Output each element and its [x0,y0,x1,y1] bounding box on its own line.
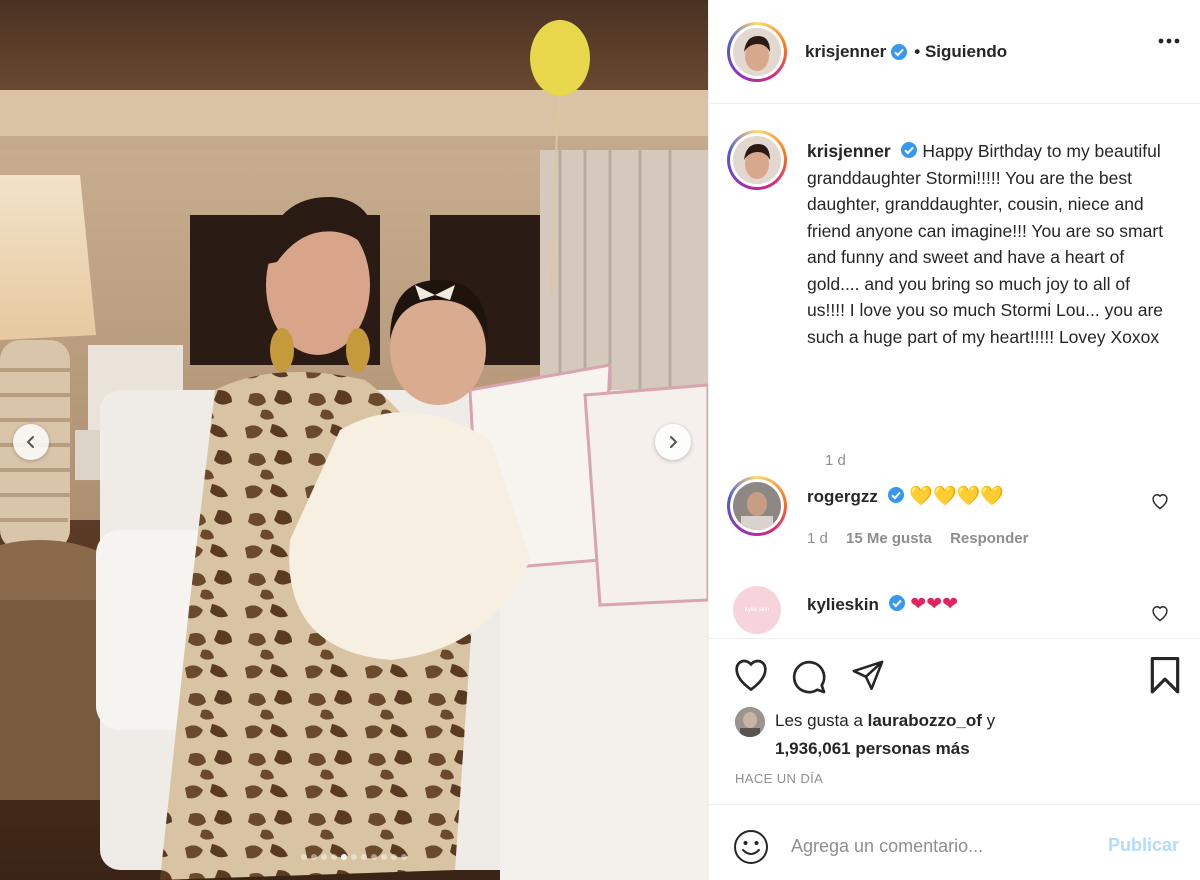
post-details-panel: krisjenner • Siguiendo krisjenner Happy … [708,0,1200,880]
liker-avatar[interactable] [735,707,765,737]
comment-text: kylieskin ❤❤❤ [807,592,958,617]
carousel-dot [371,854,377,860]
likes-count[interactable]: 1,936,061 personas más [775,739,970,758]
post-actions: Les gusta a laurabozzo_of y 1,936,061 pe… [709,638,1200,804]
carousel-dot [321,854,327,860]
author-username[interactable]: krisjenner [805,42,886,62]
author-avatar[interactable] [727,21,787,82]
commenter-avatar[interactable] [727,476,787,536]
avatar-text: kylie skin [744,607,770,613]
post-header: krisjenner • Siguiendo [709,0,1200,104]
comment-meta: 1 d 15 Me gusta Responder [807,530,1042,547]
post-photo [0,0,708,880]
comment-item: rogergzz 💛💛💛💛 1 d 15 Me gusta Responder [727,476,1187,547]
verified-badge-icon [891,43,908,60]
comment-timestamp[interactable]: 1 d [807,530,828,547]
send-icon[interactable] [850,659,886,693]
carousel-dot [361,854,367,860]
carousel-dot [301,854,307,860]
heart-icon[interactable] [733,659,769,693]
verified-badge-icon [888,595,905,611]
carousel-next-button[interactable] [655,424,691,460]
comment-input[interactable] [791,831,1091,861]
comment-body: 💛💛💛💛 [909,485,1004,507]
carousel-dot [341,854,347,860]
more-horizontal-icon[interactable] [1158,38,1180,44]
likes-prefix: Les gusta a [775,711,868,730]
carousel-dot [331,854,337,860]
publish-button[interactable]: Publicar [1108,835,1179,856]
comment-body: ❤❤❤ [910,593,959,615]
comment-text: rogergzz 💛💛💛💛 [807,484,1004,509]
comment-likes-count[interactable]: 15 Me gusta [846,530,932,547]
carousel-dot [401,854,407,860]
smiley-icon[interactable] [733,829,769,865]
heart-icon[interactable] [1151,494,1169,510]
caption-author-avatar[interactable] [727,130,787,190]
carousel-dot [381,854,387,860]
photo-scene [0,0,708,880]
comments-section: krisjenner Happy Birthday to my beautifu… [709,104,1200,638]
caption-body: Happy Birthday to my beautiful granddaug… [807,141,1164,347]
carousel-dot [391,854,397,860]
comment-icon[interactable] [791,659,827,695]
commenter-username[interactable]: kylieskin [807,595,879,614]
commenter-username[interactable]: rogergzz [807,487,878,506]
follow-status[interactable]: • Siguiendo [914,42,1007,62]
heart-icon[interactable] [1151,606,1169,622]
carousel-indicator [0,854,708,860]
add-comment-bar: Publicar [709,804,1200,880]
verified-badge-icon [887,487,904,503]
carousel-dot [351,854,357,860]
likes-suffix: y [981,711,996,730]
chevron-right-icon [670,436,678,448]
post-date[interactable]: HACE UN DÍA [735,771,823,786]
carousel-dot [311,854,317,860]
liker-username[interactable]: laurabozzo_of [868,711,982,730]
caption-timestamp[interactable]: 1 d [825,452,846,469]
reply-button[interactable]: Responder [950,530,1028,547]
verified-badge-icon [900,142,917,158]
chevron-left-icon [26,436,34,448]
caption-username[interactable]: krisjenner [807,141,891,161]
bookmark-icon[interactable] [1149,657,1181,695]
commenter-avatar[interactable]: kylie skin [733,586,781,634]
carousel-prev-button[interactable] [13,424,49,460]
caption-text: krisjenner Happy Birthday to my beautifu… [807,138,1167,350]
